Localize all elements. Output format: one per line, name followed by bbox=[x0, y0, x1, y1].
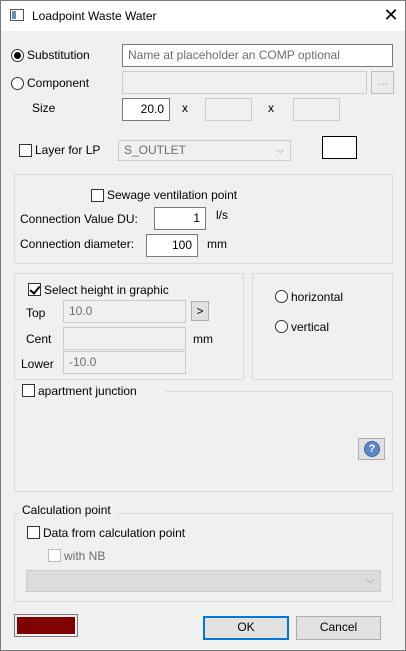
du-input[interactable]: 1 bbox=[154, 207, 206, 230]
size-input[interactable]: 20.0 bbox=[122, 98, 170, 121]
size-height-input bbox=[293, 98, 340, 121]
with-nb-checkbox bbox=[48, 549, 61, 562]
component-label: Component bbox=[27, 76, 90, 90]
horizontal-label: horizontal bbox=[291, 290, 344, 304]
pick-top-button[interactable]: > bbox=[191, 301, 209, 321]
substitution-label: Substitution bbox=[27, 48, 90, 62]
color-swatch-button[interactable] bbox=[14, 614, 78, 637]
vertical-radio[interactable] bbox=[275, 320, 288, 333]
sewage-ventilation-label: Sewage ventilation point bbox=[107, 188, 238, 202]
apartment-checkbox[interactable] bbox=[22, 384, 35, 397]
window-title: Loadpoint Waste Water bbox=[32, 9, 157, 23]
size-width-input bbox=[205, 98, 252, 121]
top-label: Top bbox=[26, 306, 46, 320]
du-label: Connection Value DU: bbox=[20, 212, 138, 226]
diameter-label: Connection diameter: bbox=[20, 237, 135, 251]
dialog-window: Loadpoint Waste Water ✕ Substitution Nam… bbox=[0, 0, 406, 651]
app-icon bbox=[10, 9, 24, 21]
title-bar: Loadpoint Waste Water ✕ bbox=[1, 1, 405, 31]
top-input: 10.0 bbox=[63, 300, 186, 323]
calc-point-combo: ⌵ bbox=[26, 570, 381, 592]
cent-unit: mm bbox=[193, 332, 213, 346]
size-x-2: x bbox=[268, 101, 274, 115]
lower-input: -10.0 bbox=[63, 351, 186, 374]
du-unit: l/s bbox=[216, 208, 228, 222]
diameter-input[interactable]: 100 bbox=[146, 234, 198, 257]
layer-checkbox[interactable] bbox=[19, 144, 32, 157]
browse-button: ... bbox=[371, 71, 394, 94]
apartment-group bbox=[14, 391, 393, 492]
calc-group-label: Calculation point bbox=[22, 503, 111, 517]
substitution-input[interactable]: Name at placeholder an COMP optional bbox=[122, 44, 393, 67]
lower-label: Lower bbox=[21, 357, 54, 371]
layer-color-swatch[interactable] bbox=[322, 136, 357, 159]
vertical-label: vertical bbox=[291, 320, 330, 334]
chevron-down-icon: ⌵ bbox=[366, 575, 374, 586]
select-height-checkbox[interactable] bbox=[28, 283, 41, 296]
horizontal-radio[interactable] bbox=[275, 290, 288, 303]
calc-data-checkbox[interactable] bbox=[27, 526, 40, 539]
component-input bbox=[122, 71, 367, 94]
substitution-radio[interactable] bbox=[11, 49, 24, 62]
apartment-label: apartment junction bbox=[38, 384, 137, 398]
calc-data-label: Data from calculation point bbox=[43, 526, 186, 540]
close-icon[interactable]: ✕ bbox=[381, 4, 401, 26]
with-nb-label: with NB bbox=[64, 549, 106, 563]
help-icon: ? bbox=[364, 441, 380, 457]
chevron-down-icon: ⌵ bbox=[276, 145, 284, 156]
sewage-ventilation-checkbox[interactable] bbox=[91, 189, 104, 202]
layer-combo-value: S_OUTLET bbox=[124, 143, 187, 157]
layer-label: Layer for LP bbox=[35, 143, 101, 157]
diameter-unit: mm bbox=[207, 237, 227, 251]
cent-input bbox=[63, 327, 186, 350]
component-radio[interactable] bbox=[11, 77, 24, 90]
cent-label: Cent bbox=[26, 332, 52, 346]
ok-button[interactable]: OK bbox=[203, 616, 289, 640]
help-button[interactable]: ? bbox=[358, 438, 385, 460]
cancel-button[interactable]: Cancel bbox=[296, 616, 381, 640]
select-height-label: Select height in graphic bbox=[44, 283, 169, 297]
size-label: Size bbox=[32, 101, 56, 115]
size-x-1: x bbox=[182, 101, 188, 115]
layer-combo: S_OUTLET ⌵ bbox=[118, 140, 291, 161]
